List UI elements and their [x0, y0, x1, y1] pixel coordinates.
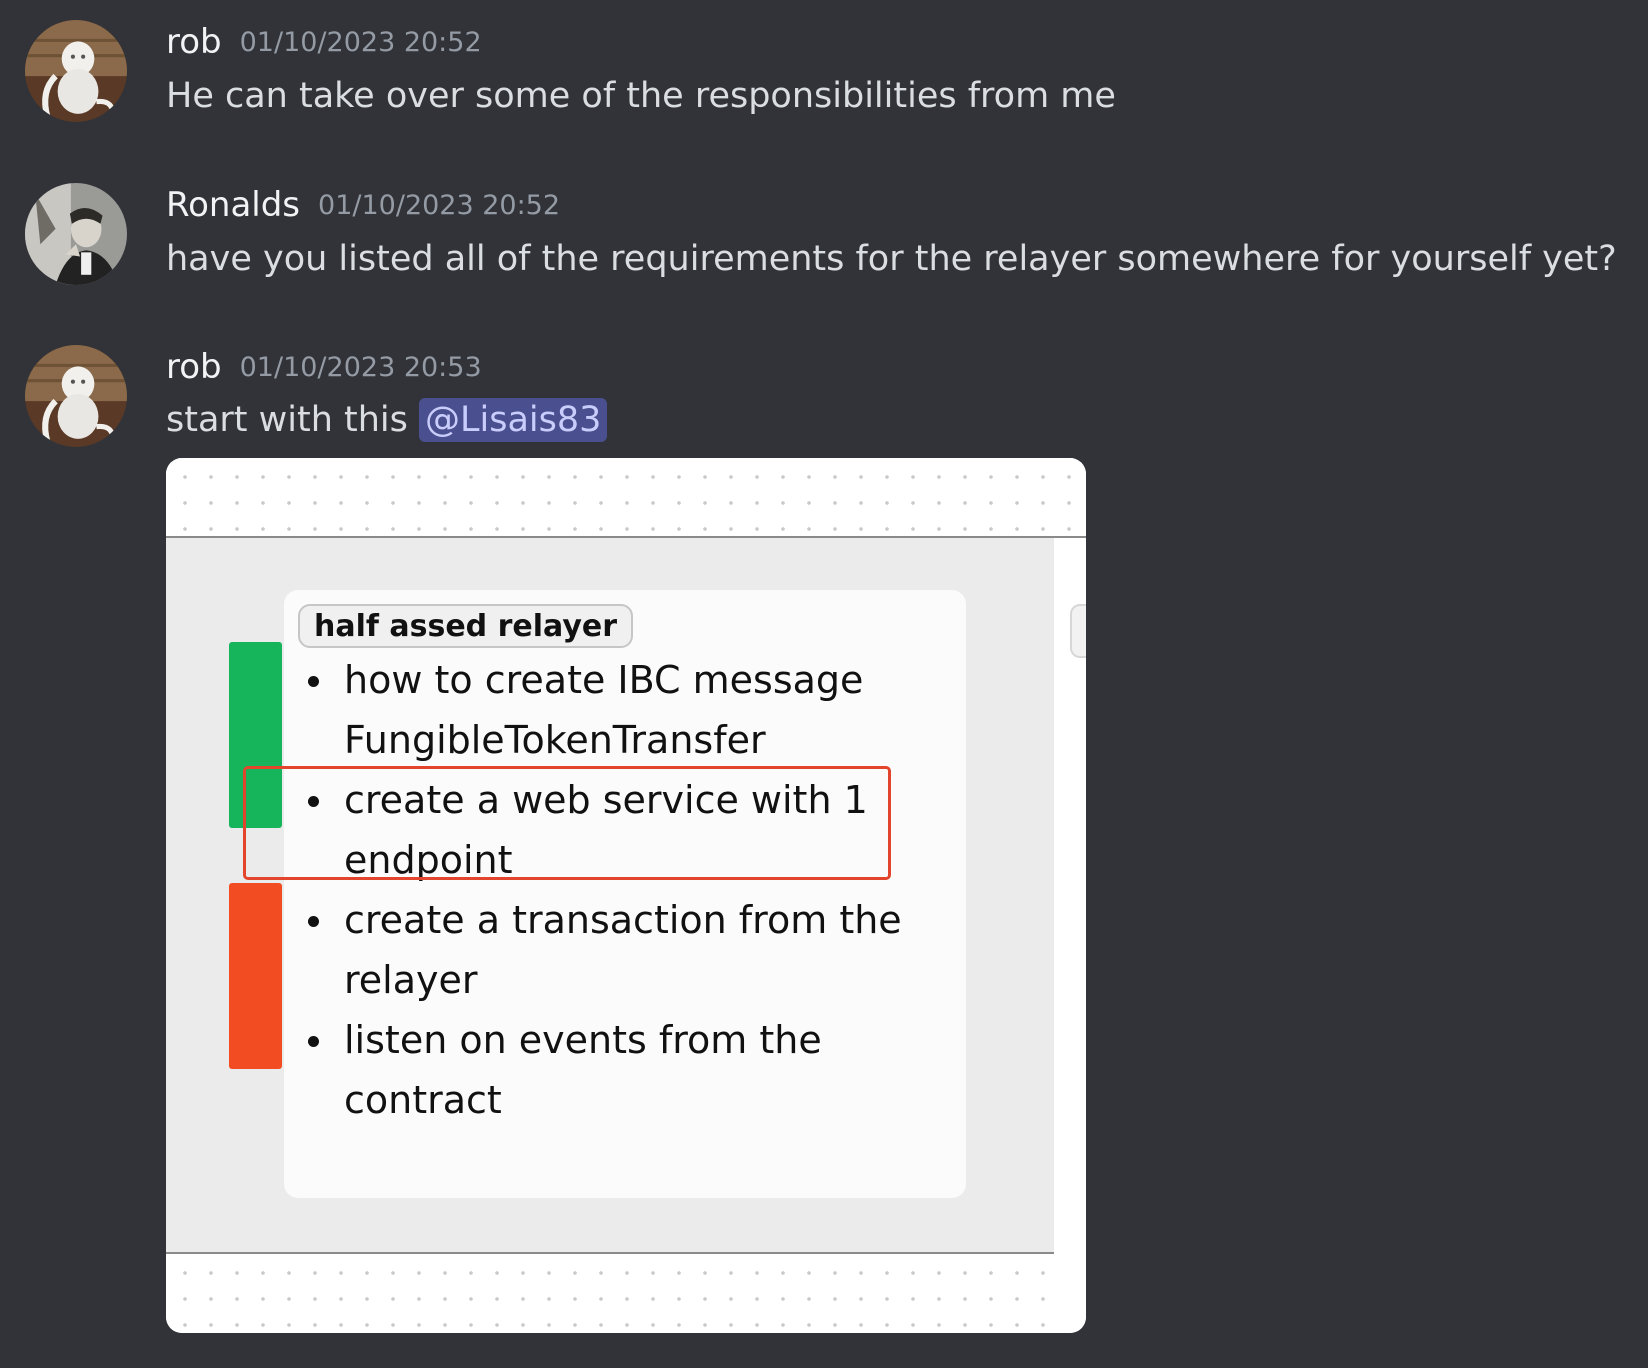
rob-avatar-icon[interactable]	[25, 345, 127, 447]
orange-status-bar	[229, 883, 282, 1069]
list-item: listen on events from the contract	[298, 1010, 958, 1130]
canvas-dot-grid-top	[166, 458, 1086, 536]
canvas-dot-grid-bottom	[166, 1254, 1054, 1333]
timestamp: 01/10/2023 20:53	[239, 352, 482, 383]
timestamp: 01/10/2023 20:52	[318, 190, 561, 221]
adjacent-card-edge	[1070, 604, 1086, 658]
rob-avatar-icon[interactable]	[25, 20, 127, 122]
list-item: create a transaction from the relayer	[298, 890, 958, 1010]
username[interactable]: rob	[166, 22, 222, 62]
card-tag-label: half assed relayer	[298, 604, 634, 648]
image-attachment[interactable]: half assed relayer how to create IBC mes…	[166, 458, 1086, 1333]
message-text: He can take over some of the responsibil…	[166, 76, 1116, 116]
message-header: rob 01/10/2023 20:53	[166, 347, 482, 387]
highlight-box	[243, 766, 891, 880]
message-header: Ronalds 01/10/2023 20:52	[166, 185, 560, 225]
message-text: start with this @Lisais83	[166, 398, 608, 442]
message-text-body: start with this	[166, 400, 420, 440]
username[interactable]: Ronalds	[166, 185, 300, 225]
ronalds-avatar-icon[interactable]	[25, 183, 127, 285]
timestamp: 01/10/2023 20:52	[239, 27, 482, 58]
message-header: rob 01/10/2023 20:52	[166, 22, 482, 62]
user-mention[interactable]: @Lisais83	[419, 398, 608, 442]
list-item: how to create IBC message FungibleTokenT…	[298, 650, 958, 770]
message-text: have you listed all of the requirements …	[166, 239, 1617, 279]
requirements-list: how to create IBC message FungibleTokenT…	[298, 650, 958, 1130]
username[interactable]: rob	[166, 347, 222, 387]
